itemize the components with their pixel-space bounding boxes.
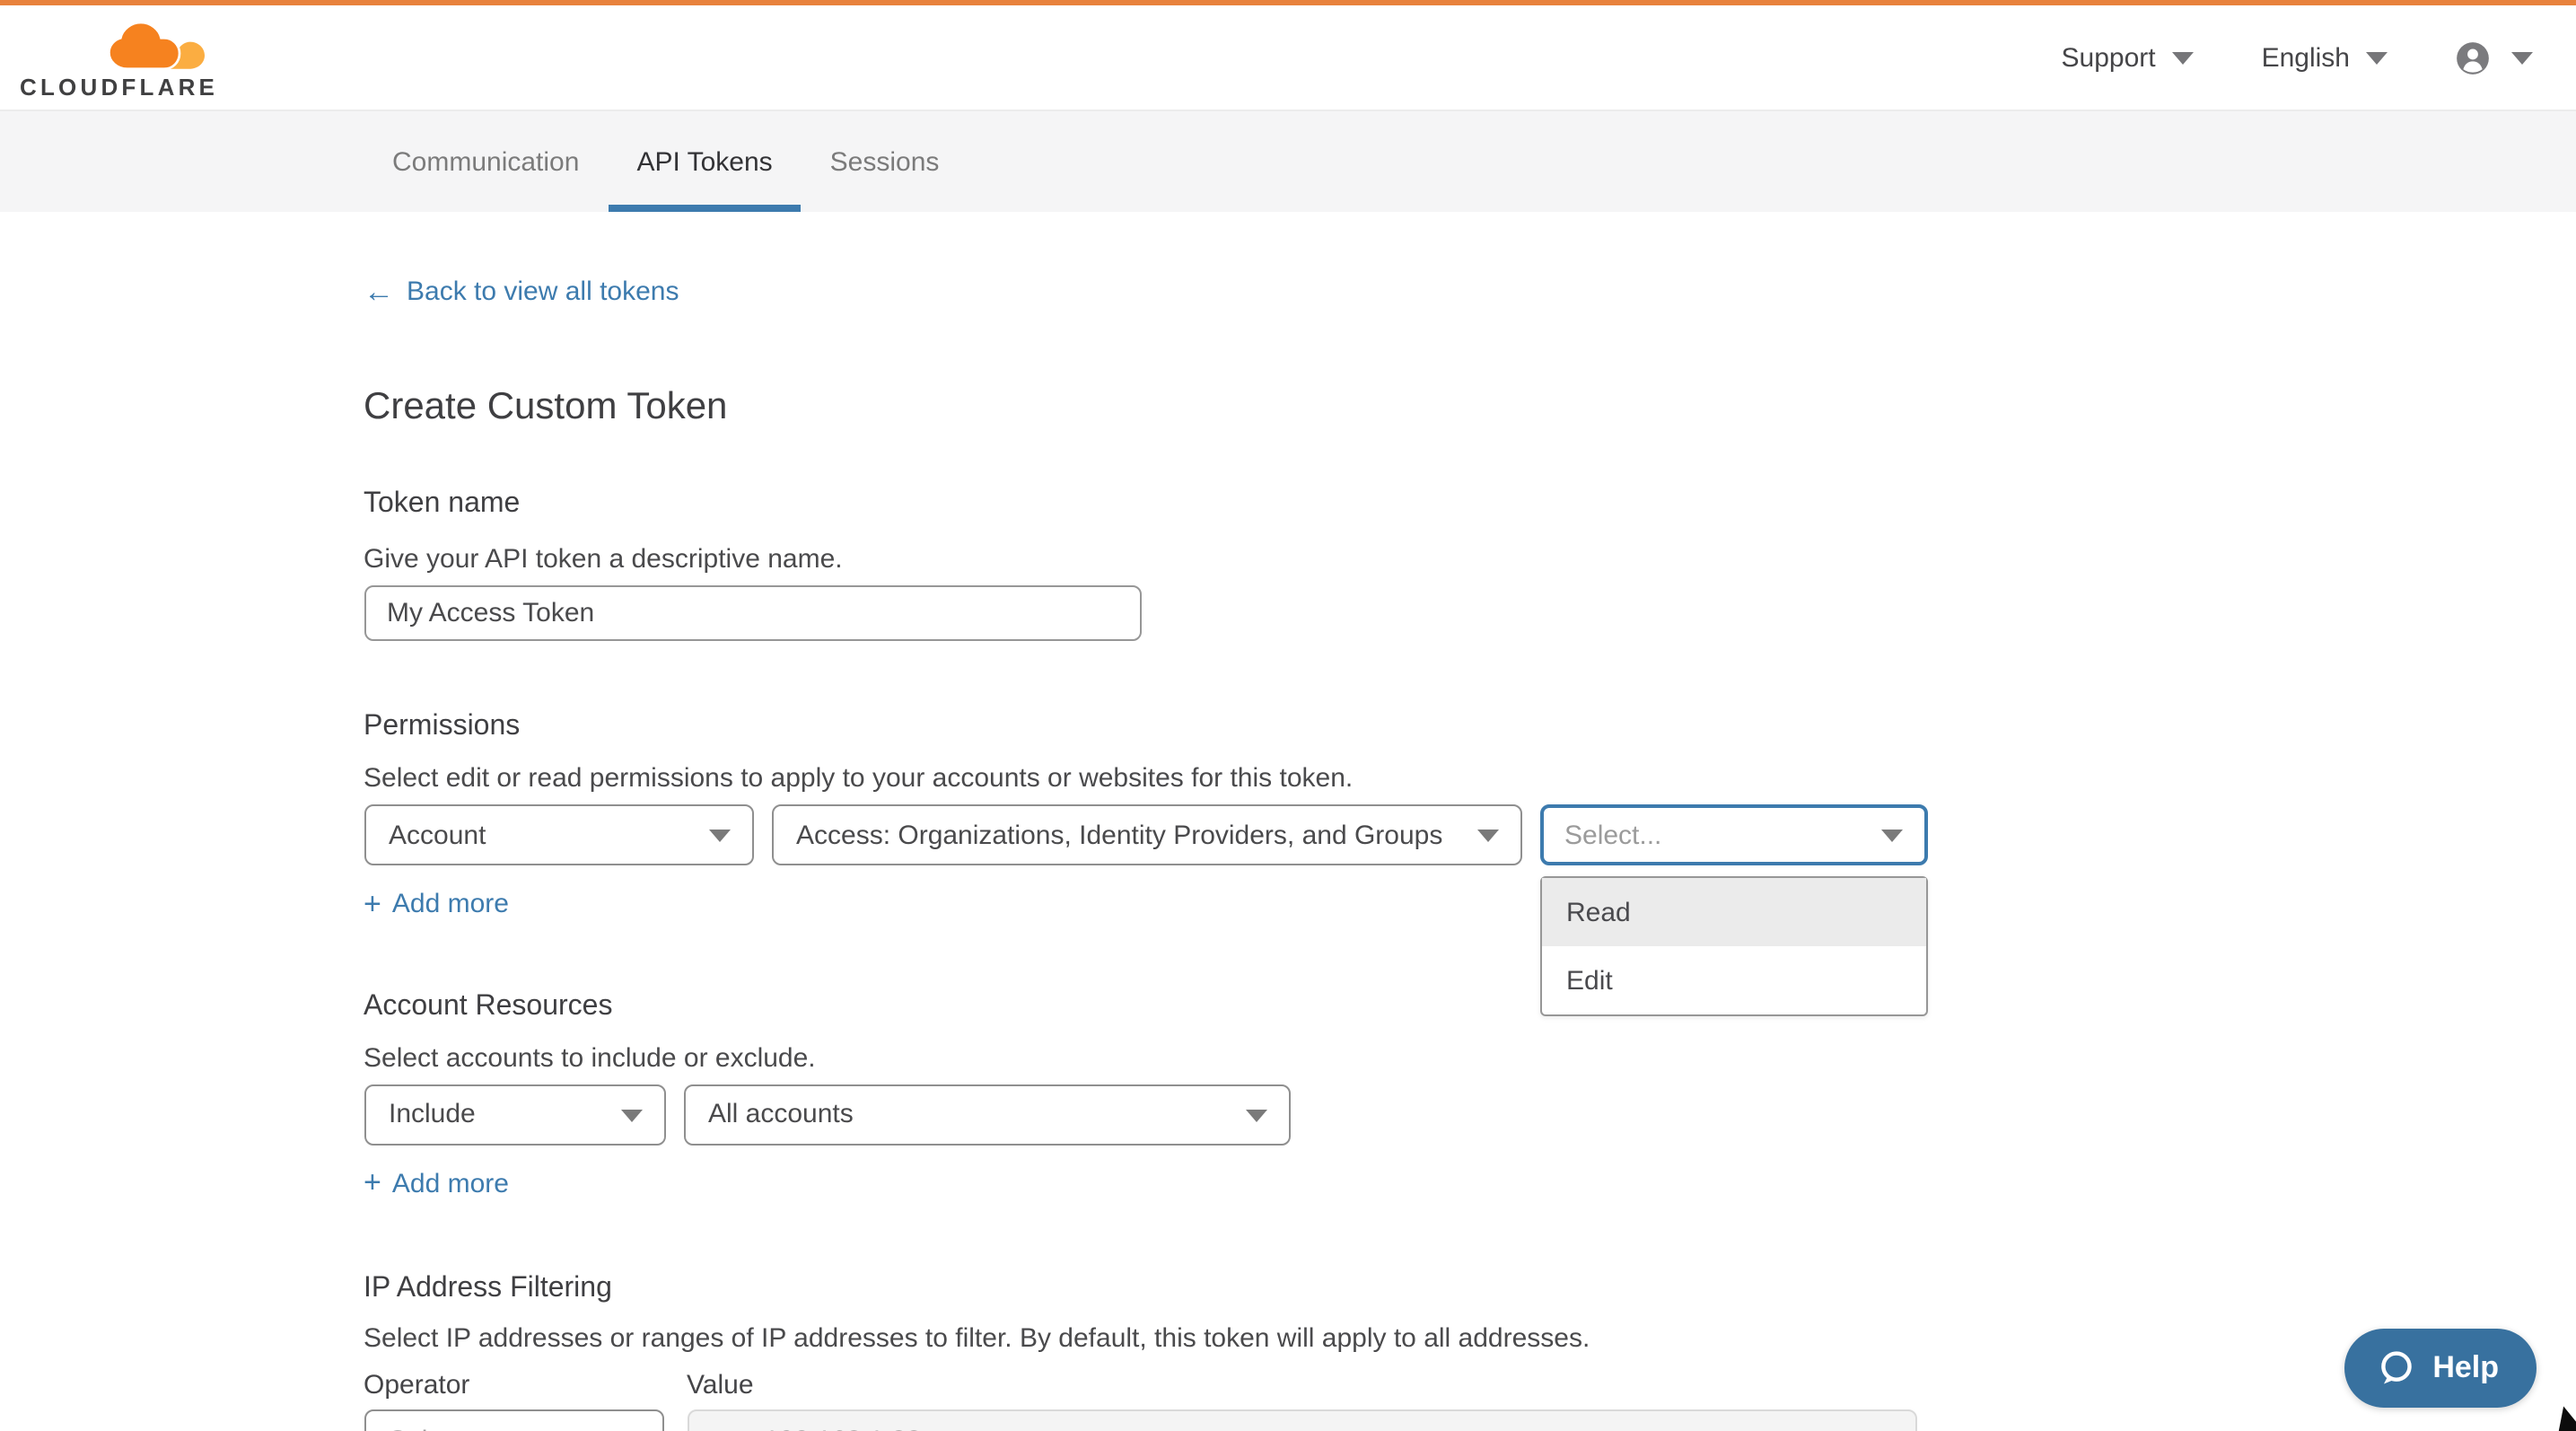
help-button[interactable]: Help: [2344, 1329, 2537, 1408]
page-title: Create Custom Token: [364, 386, 2212, 429]
plus-icon: +: [364, 1171, 381, 1196]
language-menu[interactable]: English: [2262, 42, 2388, 73]
resource-accounts-select[interactable]: All accounts: [683, 1084, 1290, 1145]
tab-sessions[interactable]: Sessions: [802, 111, 968, 212]
chevron-down-icon: [2511, 51, 2533, 64]
plus-icon: +: [364, 891, 381, 917]
ip-value-input[interactable]: [687, 1409, 1916, 1431]
back-arrow-icon: ←: [364, 278, 394, 305]
language-label: English: [2262, 42, 2350, 73]
permission-scope-value: Account: [389, 820, 486, 850]
chevron-down-icon: [620, 1109, 642, 1121]
token-name-input[interactable]: [364, 585, 1141, 641]
permission-resource-value: Access: Organizations, Identity Provider…: [796, 820, 1442, 850]
cloudflare-cloud-icon: [105, 22, 206, 72]
chevron-down-icon: [708, 830, 730, 842]
header-right-menu: Support English: [2062, 40, 2534, 75]
permission-level-menu: Read Edit: [1539, 876, 1927, 1016]
ip-filtering-description: Select IP addresses or ranges of IP addr…: [364, 1323, 2212, 1354]
support-menu[interactable]: Support: [2062, 42, 2194, 73]
token-name-description: Give your API token a descriptive name.: [364, 544, 2212, 575]
tab-api-tokens[interactable]: API Tokens: [608, 111, 801, 212]
operator-label: Operator: [364, 1370, 687, 1400]
resource-mode-select[interactable]: Include: [364, 1084, 665, 1145]
account-menu[interactable]: [2456, 40, 2533, 75]
permission-resource-select[interactable]: Access: Organizations, Identity Provider…: [771, 804, 1521, 865]
chevron-down-icon: [1880, 830, 1902, 842]
ip-operator-select[interactable]: Select...: [364, 1409, 663, 1431]
value-label: Value: [687, 1370, 754, 1400]
account-resources-add-more-link[interactable]: + Add more: [364, 1168, 509, 1198]
permission-level-select[interactable]: Select...: [1539, 804, 1927, 865]
add-more-label: Add more: [392, 1168, 509, 1198]
resource-mode-value: Include: [389, 1099, 476, 1129]
help-label: Help: [2432, 1350, 2499, 1386]
chevron-down-icon: [1476, 830, 1498, 842]
permissions-add-more-link[interactable]: + Add more: [364, 889, 509, 919]
permissions-description: Select edit or read permissions to apply…: [364, 763, 2212, 794]
token-name-heading: Token name: [364, 488, 2212, 521]
tab-communication[interactable]: Communication: [364, 111, 608, 212]
permission-level-placeholder: Select...: [1564, 820, 1661, 850]
permission-level-wrapper: Select... Read Edit: [1539, 804, 1927, 865]
chevron-down-icon: [2366, 51, 2388, 64]
account-resources-description: Select accounts to include or exclude.: [364, 1042, 2212, 1073]
menu-option-read[interactable]: Read: [1541, 878, 1925, 946]
cloudflare-logo[interactable]: CLOUDFLARE: [20, 14, 218, 101]
support-label: Support: [2062, 42, 2156, 73]
permissions-heading: Permissions: [364, 711, 2212, 743]
back-link-label: Back to view all tokens: [407, 277, 679, 307]
permissions-row: Account Access: Organizations, Identity …: [364, 804, 2212, 865]
account-resources-row: Include All accounts: [364, 1084, 2212, 1145]
top-header: CLOUDFLARE Support English: [0, 5, 2576, 111]
chat-bubble-icon: [2375, 1348, 2416, 1389]
back-to-tokens-link[interactable]: ← Back to view all tokens: [364, 277, 679, 307]
user-avatar-icon: [2456, 40, 2490, 75]
chevron-down-icon: [2172, 51, 2194, 64]
main-content: ← Back to view all tokens Create Custom …: [364, 212, 2212, 1431]
ip-filtering-row: Select...: [364, 1409, 2212, 1431]
menu-option-edit[interactable]: Edit: [1541, 946, 1925, 1014]
cloudflare-wordmark: CLOUDFLARE: [20, 74, 218, 101]
mouse-cursor: [2551, 1406, 2576, 1431]
account-resources-heading: Account Resources: [364, 990, 2212, 1023]
ip-operator-placeholder: Select...: [389, 1425, 486, 1431]
permission-scope-select[interactable]: Account: [364, 804, 753, 865]
add-more-label: Add more: [392, 889, 509, 919]
resource-accounts-value: All accounts: [708, 1099, 854, 1129]
profile-tab-bar: Communication API Tokens Sessions: [0, 111, 2576, 212]
ip-filtering-heading: IP Address Filtering: [364, 1273, 2212, 1305]
cloudflare-dashboard-page: CLOUDFLARE Support English Comm: [0, 0, 2576, 1431]
ip-filtering-labels: Operator Value: [364, 1370, 2212, 1400]
chevron-down-icon: [1245, 1109, 1266, 1121]
